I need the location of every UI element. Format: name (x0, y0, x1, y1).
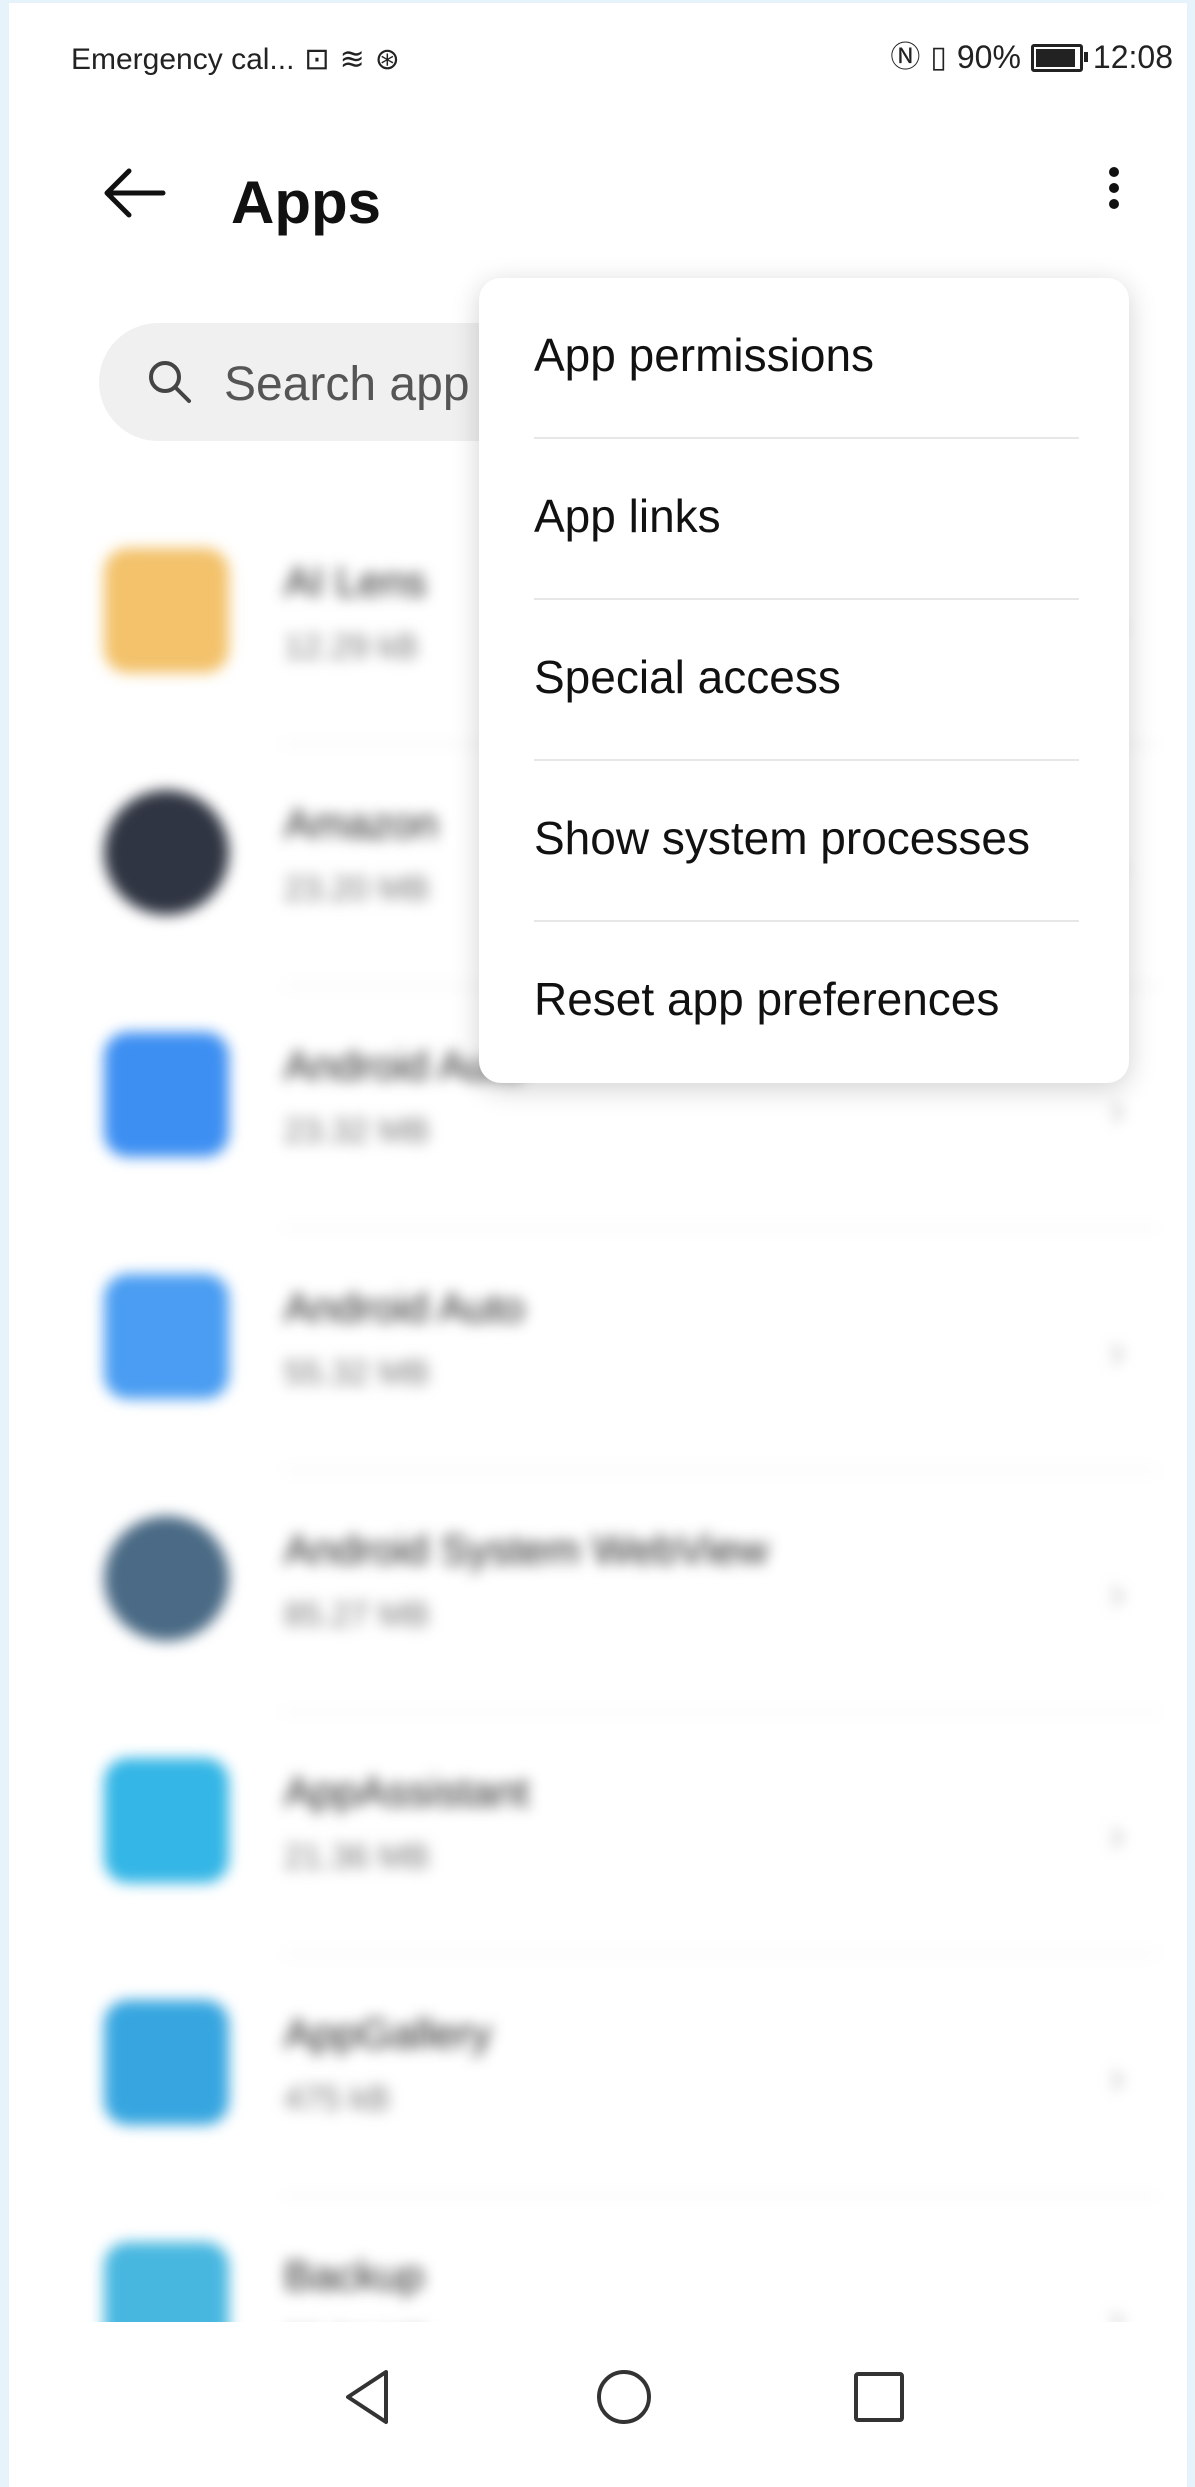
app-size: 21.36 MB (284, 1838, 430, 1876)
overflow-menu: App permissions App links Special access… (479, 278, 1129, 1083)
app-icon (104, 548, 229, 673)
app-bar: Apps (9, 133, 1187, 253)
list-item[interactable]: AppGallery 475 kB › (9, 1955, 1187, 2197)
app-icon (104, 1274, 229, 1399)
app-name: AppAssistant (284, 1768, 530, 1815)
search-icon (149, 361, 191, 403)
back-button[interactable] (99, 163, 169, 223)
list-item[interactable]: AppAssistant 21.36 MB › (9, 1713, 1187, 1955)
app-name: AppGallery (284, 2010, 492, 2057)
more-options-button[interactable] (1094, 161, 1134, 241)
app-name: Android Auto (284, 1284, 525, 1331)
menu-item-reset-app-preferences[interactable]: Reset app preferences (479, 922, 1129, 1083)
status-bar: Emergency cal... ⊡ ≋ ⊛ Ⓝ ▯ 90% 12:08 (9, 3, 1187, 113)
app-icon (104, 1516, 229, 1641)
app-icon (104, 1032, 229, 1157)
status-left: Emergency cal... ⊡ ≋ ⊛ (71, 43, 400, 77)
back-arrow-icon (104, 168, 166, 218)
alert-sim-icon: ⊡ (304, 43, 330, 76)
app-name: Backup (284, 2252, 425, 2299)
chevron-right-icon: › (1109, 1083, 1125, 1136)
menu-item-app-permissions[interactable]: App permissions (479, 278, 1129, 439)
app-icon (104, 1758, 229, 1883)
app-size: 12.29 kB (284, 628, 419, 666)
hotspot-icon: ⊛ (374, 43, 400, 76)
square-recents-icon (854, 2372, 904, 2422)
app-name: Amazon (284, 800, 439, 847)
menu-item-label: App links (534, 490, 721, 542)
battery-icon (1030, 43, 1088, 72)
nav-recents-button[interactable] (844, 2362, 914, 2432)
app-name: Android System WebView (284, 1526, 769, 1573)
clock: 12:08 (1092, 39, 1173, 75)
nav-back-button[interactable] (334, 2362, 404, 2432)
menu-item-label: Special access (534, 651, 841, 703)
list-item[interactable]: Android System WebView 85.27 MB › (9, 1471, 1187, 1713)
menu-item-label: Show system processes (534, 812, 1030, 864)
navigation-bar (9, 2322, 1187, 2487)
vibrate-icon: ▯ (930, 40, 947, 74)
app-size: 23.32 MB (284, 1112, 430, 1150)
page-title: Apps (231, 169, 381, 236)
more-vert-icon (1109, 167, 1119, 177)
chevron-right-icon: › (1109, 2051, 1125, 2104)
carrier-text: Emergency cal... (71, 43, 295, 76)
search-input-placeholder: Search app (224, 358, 470, 411)
app-icon (104, 790, 229, 915)
circle-home-icon (597, 2370, 651, 2424)
app-name: AI Lens (284, 558, 427, 605)
app-icon (104, 2000, 229, 2125)
chevron-right-icon: › (1109, 1325, 1125, 1378)
chevron-right-icon: › (1109, 1809, 1125, 1862)
list-item[interactable]: Android Auto 55.32 MB › (9, 1229, 1187, 1471)
menu-item-label: Reset app preferences (534, 973, 1000, 1025)
menu-item-app-links[interactable]: App links (479, 439, 1129, 600)
chevron-right-icon: › (1109, 1567, 1125, 1620)
app-size: 23.20 MB (284, 870, 430, 908)
battery-percent: 90% (956, 39, 1021, 75)
nfc-icon: Ⓝ (890, 40, 921, 74)
app-size: 55.32 MB (284, 1354, 430, 1392)
status-right: Ⓝ ▯ 90% 12:08 (890, 39, 1173, 76)
nav-home-button[interactable] (589, 2362, 659, 2432)
phone-screen: Emergency cal... ⊡ ≋ ⊛ Ⓝ ▯ 90% 12:08 App… (9, 3, 1187, 2487)
app-size: 475 kB (284, 2080, 390, 2118)
menu-item-label: App permissions (534, 329, 875, 381)
app-size: 85.27 MB (284, 1596, 430, 1634)
wifi-icon: ≋ (339, 43, 365, 76)
menu-item-special-access[interactable]: Special access (479, 600, 1129, 761)
menu-item-show-system-processes[interactable]: Show system processes (479, 761, 1129, 922)
triangle-back-icon (346, 2370, 388, 2424)
